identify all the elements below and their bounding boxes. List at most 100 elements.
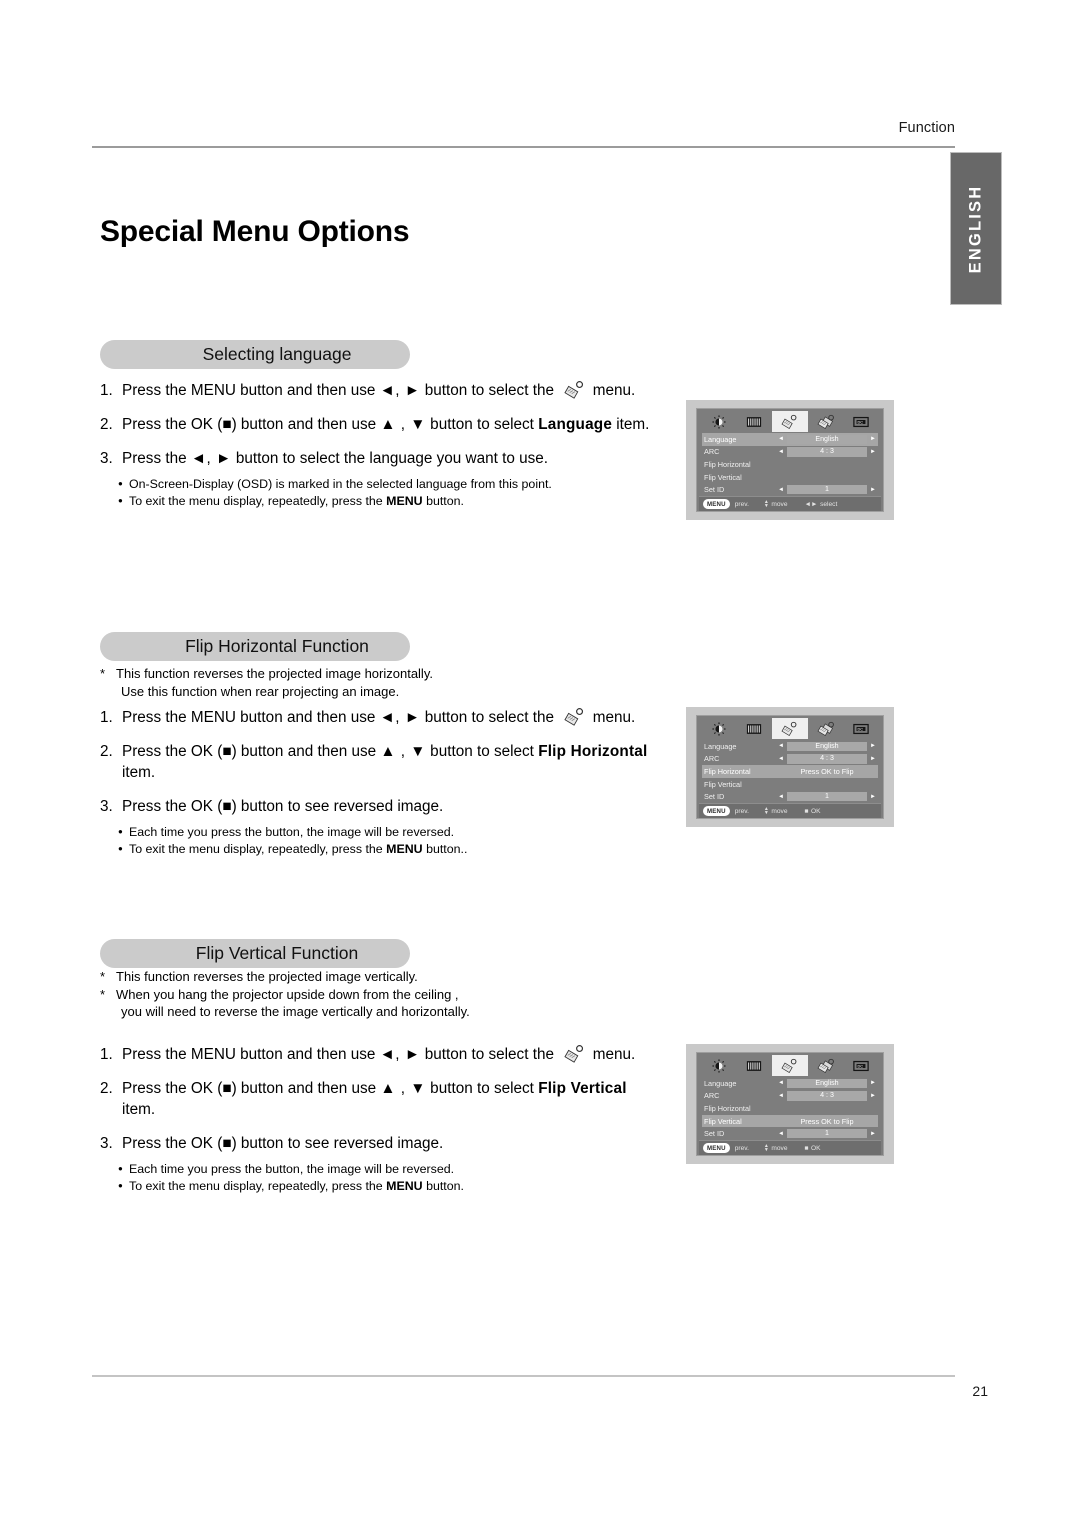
step-number: 1. (100, 1046, 113, 1063)
osd-tab-framed-icon[interactable]: DC (843, 718, 879, 739)
osd-tab-tag-icon[interactable] (772, 718, 808, 739)
osd-row-value: English (786, 434, 868, 445)
osd-row-set-id[interactable]: Set ID ◄ 1 ► (702, 790, 878, 803)
osd-prev-label: prev. (734, 500, 749, 508)
left-arrow-icon[interactable]: ◄ (778, 487, 784, 493)
step-text: Press the (122, 1080, 191, 1097)
osd-row-value: English (786, 1078, 868, 1089)
right-arrow-icon[interactable]: ► (870, 1080, 876, 1086)
osd-tab-framed-icon[interactable]: DC (843, 411, 879, 432)
osd-row-label: ARC (704, 754, 720, 764)
osd-row-flip-horizontal[interactable]: Flip Horizontal (702, 458, 878, 471)
osd-tab-double-tag-icon[interactable] (808, 718, 844, 739)
step-text: (■) button to see reversed image. (212, 798, 444, 815)
osd-menu-chip[interactable]: MENU (703, 806, 730, 816)
osd-tab-double-tag-icon[interactable] (808, 1055, 844, 1076)
bullet-button-name: MENU (386, 841, 423, 856)
osd-move-label: move (771, 1144, 788, 1152)
instruction-step: 1. Press the MENU button and then use ◄, … (100, 1044, 635, 1065)
header-divider (92, 146, 955, 148)
osd-tab-brightness-icon[interactable] (701, 1055, 737, 1076)
osd-tab-tag-icon[interactable] (772, 411, 808, 432)
osd-tab-double-tag-icon[interactable] (808, 411, 844, 432)
osd-action-hint: ■ OK (805, 1145, 821, 1152)
right-arrow-icon[interactable]: ► (870, 487, 876, 493)
left-arrow-icon[interactable]: ◄ (778, 436, 784, 442)
osd-value-control[interactable]: ◄ 1 ► (778, 1128, 876, 1139)
osd-tab-equalizer-icon[interactable] (737, 1055, 773, 1076)
osd-tab-brightness-icon[interactable] (701, 718, 737, 739)
osd-row-flip-horizontal[interactable]: Flip Horizontal (702, 1102, 878, 1115)
instruction-step: 1. Press the MENU button and then use ◄, … (100, 380, 649, 401)
step-button-name: MENU (190, 1046, 236, 1063)
osd-row-language[interactable]: Language ◄ English ► (702, 1077, 878, 1090)
osd-row-language[interactable]: Language ◄ English ► (702, 433, 878, 446)
step-text: Press the (122, 416, 191, 433)
osd-value-control[interactable]: ◄ 4 : 3 ► (778, 1091, 876, 1101)
osd-value-control[interactable]: ◄ 1 ► (778, 484, 876, 495)
osd-tab-equalizer-icon[interactable] (737, 718, 773, 739)
left-arrow-icon[interactable]: ◄ (778, 743, 784, 749)
osd-row-flip-vertical[interactable]: Flip Vertical (702, 778, 878, 791)
osd-row-set-id[interactable]: Set ID ◄ 1 ► (702, 1127, 878, 1140)
left-arrow-icon[interactable]: ◄ (778, 1080, 784, 1086)
right-arrow-icon[interactable]: ► (870, 794, 876, 800)
osd-row-flip-vertical[interactable]: Flip Vertical (702, 471, 878, 484)
osd-value-control[interactable]: ◄ English ► (778, 741, 876, 752)
osd-menu-rows: Language ◄ English ► ARC ◄ 4 : 3 ► Flip Horizont… (699, 1076, 881, 1140)
left-arrow-icon[interactable]: ◄ (778, 1131, 784, 1137)
osd-value-control[interactable]: ◄ 4 : 3 ► (778, 754, 876, 764)
asterisk-marker: * (100, 986, 106, 1002)
step-button-name: OK (190, 798, 213, 815)
osd-row-arc[interactable]: ARC ◄ 4 : 3 ► (702, 1090, 878, 1103)
right-arrow-icon[interactable]: ► (870, 756, 876, 762)
right-arrow-icon[interactable]: ► (870, 743, 876, 749)
osd-row-label: Language (704, 741, 737, 751)
osd-row-value: 1 (786, 1128, 868, 1139)
osd-value-control[interactable]: ◄ English ► (778, 434, 876, 445)
section-heading-pill-2: Flip Horizontal Function (100, 632, 410, 661)
right-arrow-icon[interactable]: ► (870, 449, 876, 455)
osd-row-arc[interactable]: ARC ◄ 4 : 3 ► (702, 753, 878, 766)
osd-menu-chip[interactable]: MENU (703, 499, 730, 509)
arrow-glyphs: ◄, ► (379, 382, 421, 399)
osd-row-flip-vertical[interactable]: Flip Vertical Press OK to Flip (702, 1114, 878, 1128)
svg-text:DC: DC (858, 727, 864, 731)
asterisk-marker: * (100, 969, 106, 984)
osd-row-language[interactable]: Language ◄ English ► (702, 740, 878, 753)
step-number: 3. (100, 798, 113, 815)
osd-row-arc[interactable]: ARC ◄ 4 : 3 ► (702, 446, 878, 459)
square-icon: ■ (804, 1144, 809, 1152)
osd-row-label: Flip Vertical (704, 1116, 742, 1126)
left-arrow-icon[interactable]: ◄ (778, 449, 784, 455)
step-text-continued: item. (122, 764, 156, 781)
osd-value-control[interactable]: ◄ 4 : 3 ► (778, 447, 876, 457)
left-arrow-icon[interactable]: ◄ (778, 756, 784, 762)
osd-value-control[interactable]: ◄ English ► (778, 1078, 876, 1089)
instruction-step: 3. Press the ◄, ► button to select the la… (100, 448, 649, 469)
svg-text:DC: DC (858, 1064, 864, 1068)
osd-menu-chip[interactable]: MENU (703, 1143, 730, 1153)
osd-row-set-id[interactable]: Set ID ◄ 1 ► (702, 483, 878, 496)
osd-tab-equalizer-icon[interactable] (737, 411, 773, 432)
step-text: (■) button and then use (212, 416, 381, 433)
osd-tab-brightness-icon[interactable] (701, 411, 737, 432)
osd-row-message: Press OK to Flip (800, 1116, 854, 1126)
osd-value-control[interactable]: ◄ 1 ► (778, 791, 876, 802)
section-bullets: On-Screen-Display (OSD) is marked in the… (100, 476, 649, 509)
step-menu-item-name: Flip Horizontal (538, 743, 648, 760)
osd-row-label: Set ID (704, 792, 725, 802)
osd-menu-panel: DC Language ◄ English ► ARC ◄ 4 : 3 ► Flip Horizo… (696, 715, 884, 819)
right-arrow-icon[interactable]: ► (870, 1131, 876, 1137)
left-arrow-icon[interactable]: ◄ (778, 1093, 784, 1099)
instruction-step: 2. Press the OK (■) button and then use ▲… (100, 741, 647, 783)
step-text: Press the (122, 1135, 191, 1152)
step-number: 3. (100, 1135, 113, 1152)
bullet-note: On-Screen-Display (OSD) is marked in the… (100, 476, 649, 493)
osd-tab-tag-icon[interactable] (772, 1055, 808, 1076)
right-arrow-icon[interactable]: ► (870, 436, 876, 442)
osd-tab-framed-icon[interactable]: DC (843, 1055, 879, 1076)
left-arrow-icon[interactable]: ◄ (778, 794, 784, 800)
right-arrow-icon[interactable]: ► (870, 1093, 876, 1099)
osd-row-flip-horizontal[interactable]: Flip Horizontal Press OK to Flip (702, 765, 878, 778)
